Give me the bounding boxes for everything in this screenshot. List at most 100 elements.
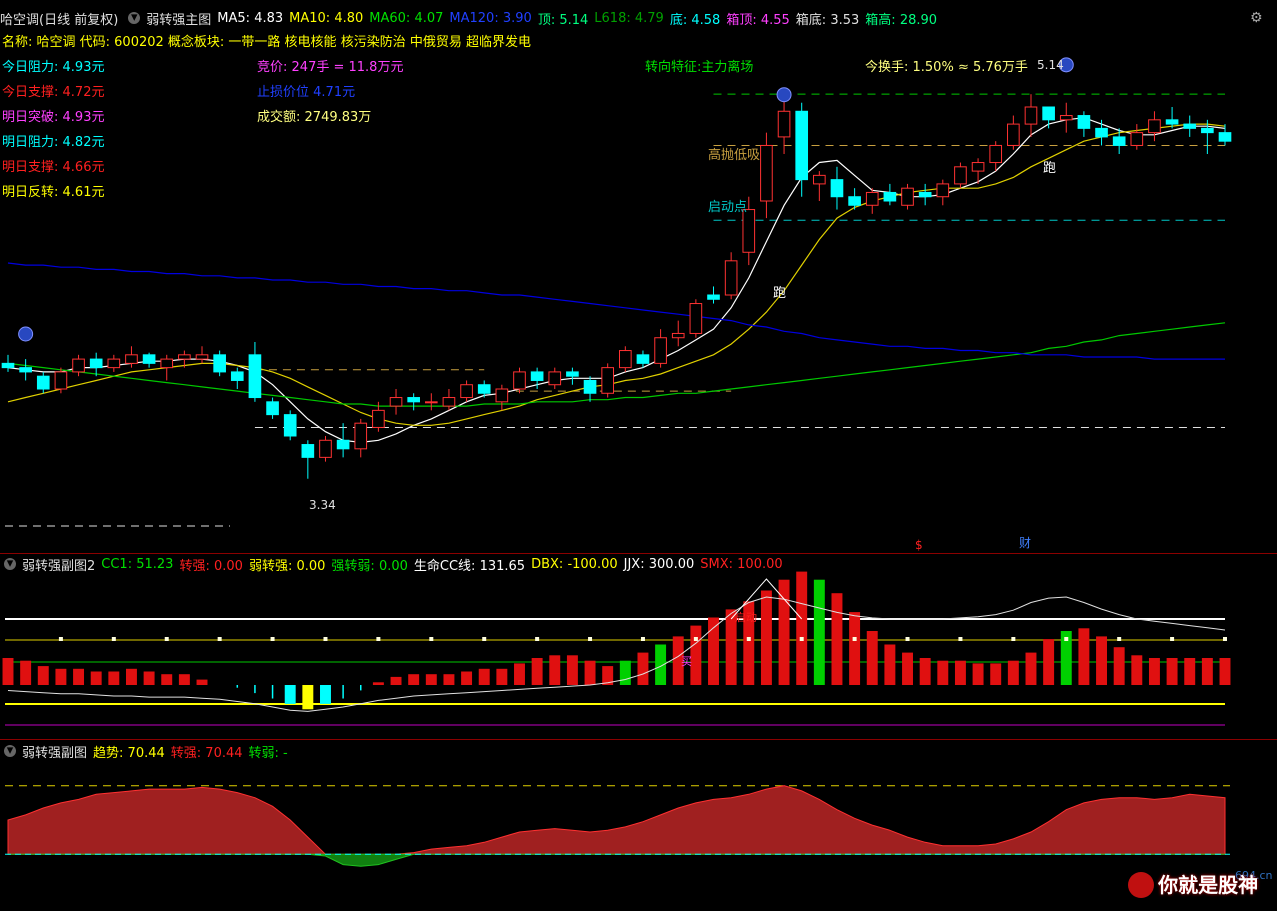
box-high-label: 箱高: (865, 12, 896, 28)
candle-up (389, 397, 403, 407)
price-level-value: 4.66元 (58, 160, 105, 175)
histogram-bar (1007, 660, 1019, 685)
sub1-mark-start: 启动 (735, 611, 757, 624)
stock-title[interactable]: 哈空调(日线 前复权) (0, 9, 118, 28)
candle-up (107, 358, 121, 369)
histogram-bar (760, 590, 772, 685)
candle-up (54, 371, 68, 390)
histogram-bar (566, 655, 578, 685)
life-marker (1064, 637, 1069, 641)
candle-down (707, 294, 720, 300)
annotation-run-1: 跑 (773, 286, 787, 301)
histogram-bar (143, 671, 155, 685)
life-marker (588, 637, 593, 641)
candle-down (848, 196, 861, 206)
candle-down (1, 362, 15, 369)
price-level-row: 今日阻力: 4.93元 (2, 60, 104, 76)
candle-down (301, 444, 315, 458)
candle-down (248, 354, 262, 399)
sub2-toggle-icon[interactable]: ▾ (4, 744, 16, 757)
candle-up (724, 260, 738, 296)
price-level-row: 明日阻力: 4.82元 (2, 135, 104, 151)
candle-up (125, 354, 138, 364)
zq-value: 0.00 (213, 558, 243, 574)
watermark-text: 你就是股神 (1158, 873, 1259, 897)
qzr-value: 0.00 (378, 558, 408, 574)
histogram-bar (514, 663, 525, 685)
turnover-amount: 成交额: 2749.83万 (257, 110, 372, 125)
candle-up (618, 350, 632, 369)
candle-up (1007, 123, 1020, 146)
life-marker (746, 637, 751, 641)
ma5-value: 4.83 (254, 10, 284, 26)
indicator-toggle-icon[interactable]: ▾ (128, 11, 141, 24)
jjx-value: 300.00 (648, 556, 695, 572)
life-marker (482, 637, 487, 641)
candle-up (671, 332, 685, 339)
candle-up (1148, 119, 1161, 134)
candle-down (830, 179, 844, 198)
histogram-bar (584, 660, 596, 685)
histogram-bar (796, 571, 808, 685)
ma60-value: 4.07 (414, 10, 444, 26)
candle-up (319, 439, 332, 458)
candle-up (654, 337, 667, 364)
candle-up (513, 371, 526, 390)
candle-down (336, 439, 350, 450)
price-level-label: 明日支撑: (2, 160, 59, 175)
sub1-name[interactable]: 弱转强副图2 (22, 555, 95, 574)
candle-down (1077, 115, 1091, 129)
auction-info: 竞价: 247手 = 11.8万元 (257, 60, 404, 75)
candle-up (495, 388, 509, 403)
histogram-bar (1166, 658, 1178, 685)
candle-up (1059, 115, 1073, 121)
sub1-toggle-icon[interactable]: ▾ (4, 557, 16, 570)
candle-up (777, 110, 791, 138)
ma60-label: MA60: (369, 10, 411, 26)
life-marker (217, 637, 222, 641)
histogram-bar (37, 666, 49, 685)
sub-chart-1[interactable] (0, 553, 1277, 738)
histogram-bar (302, 685, 314, 710)
price-level-row: 今日支撑: 4.72元 (2, 85, 104, 101)
histogram-bar (196, 679, 208, 685)
histogram-bar (849, 612, 861, 685)
candle-down (795, 110, 809, 181)
candle-down (1201, 127, 1214, 134)
settings-gear-icon[interactable]: ⚙ (1250, 10, 1263, 26)
histogram-bar (161, 674, 173, 685)
sub1-mark-buy: 买 (681, 655, 692, 668)
ma10-value: 4.80 (334, 10, 364, 26)
life-value: 131.65 (479, 558, 526, 574)
box-high-value: 28.90 (899, 12, 938, 28)
sub2-zr-value: - (283, 745, 288, 761)
histogram-bar (178, 674, 190, 685)
indicator-name[interactable]: 弱转强主图 (146, 9, 211, 28)
box-bottom-value: 3.53 (830, 12, 860, 28)
marker-s: $ (915, 538, 923, 552)
life-marker (58, 637, 63, 641)
life-marker (429, 637, 434, 641)
l618-value: 4.79 (634, 10, 664, 26)
histogram-bar (655, 644, 667, 685)
sub2-name[interactable]: 弱转强副图 (22, 742, 87, 761)
life-marker (905, 637, 910, 641)
price-level-value: 4.93元 (58, 110, 105, 125)
box-bottom-label: 箱底: (795, 12, 827, 28)
annotation-launch: 启动点 (708, 200, 748, 215)
histogram-bar (884, 644, 896, 685)
candle-up (1024, 106, 1038, 125)
life-marker (958, 637, 963, 641)
sub-chart-2[interactable] (0, 740, 1277, 911)
trend-value: 70.44 (127, 745, 165, 761)
ma5-label: MA5: (217, 10, 251, 26)
life-marker (270, 637, 275, 641)
candle-down (918, 191, 932, 198)
histogram-bar (637, 652, 649, 685)
candle-down (636, 354, 650, 364)
sub2-header: ▾ 弱转强副图 趋势: 70.44 转强: 70.44 转弱: - (0, 741, 1277, 761)
histogram-bar (125, 668, 137, 685)
main-kline-chart[interactable] (0, 0, 1277, 553)
candle-up (442, 397, 456, 407)
candle-up (178, 354, 191, 360)
